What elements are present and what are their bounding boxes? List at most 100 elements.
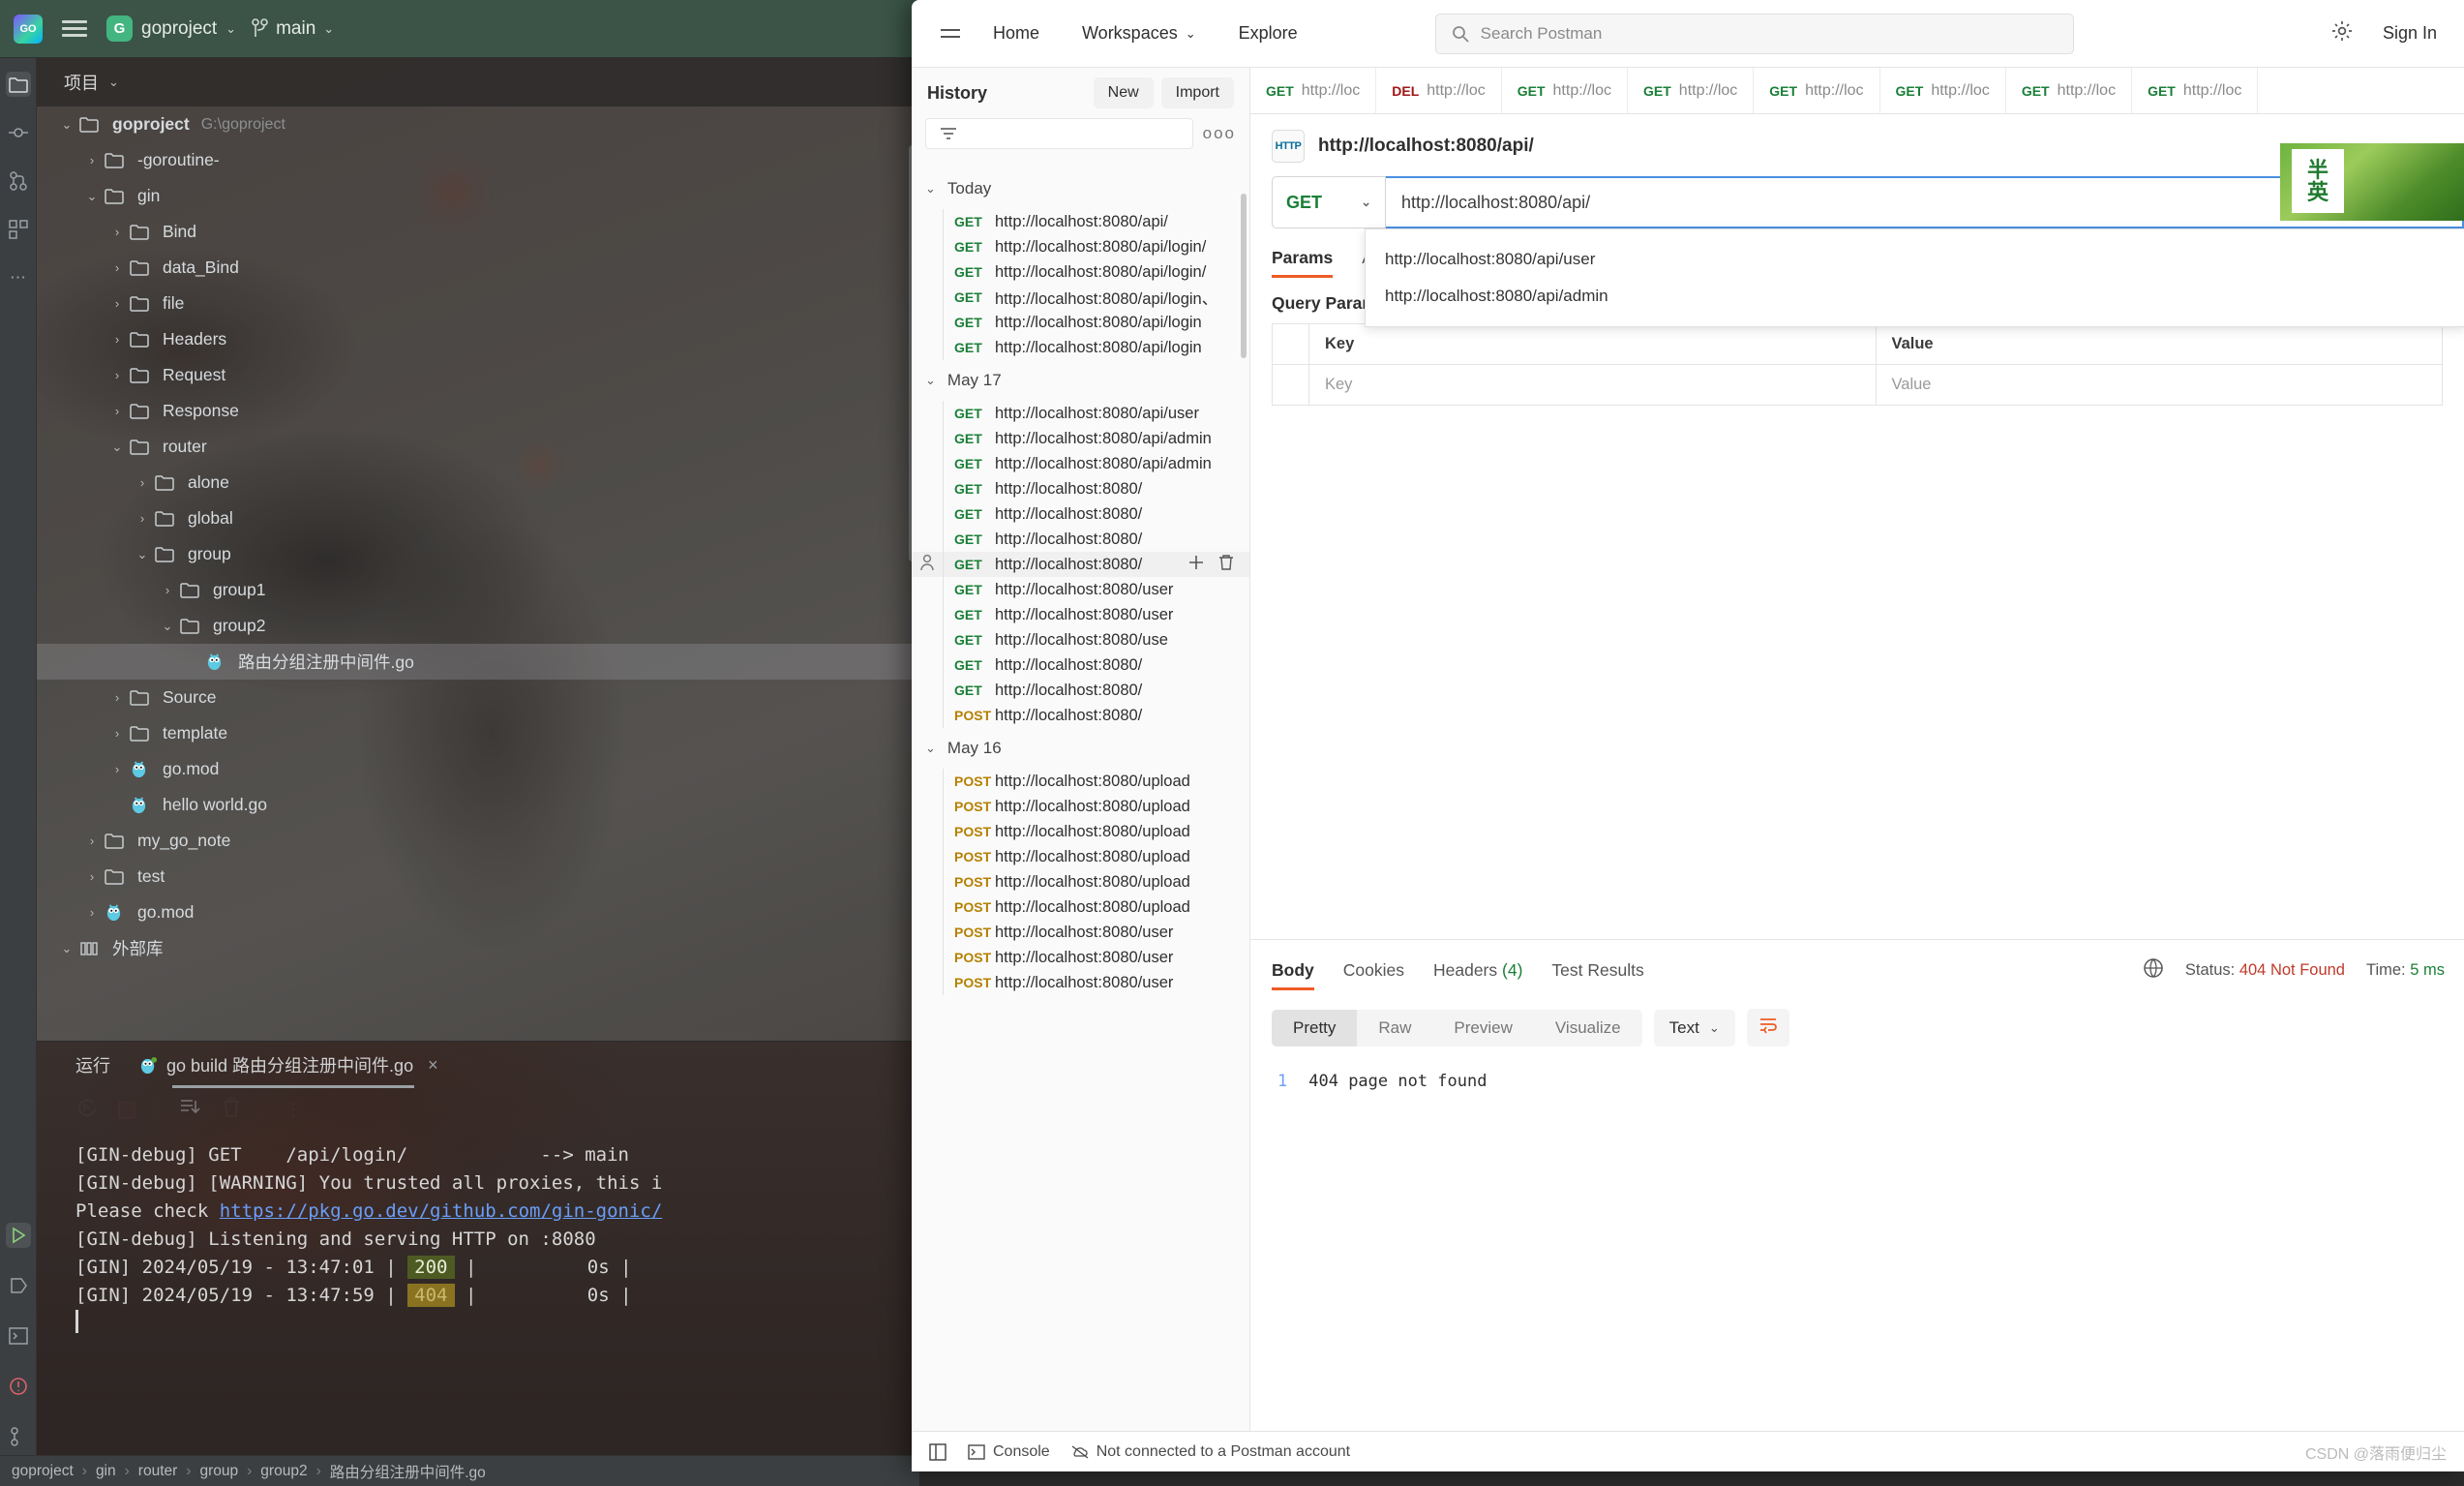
commit-tool-icon[interactable]: [6, 120, 31, 145]
nav-home[interactable]: Home: [972, 23, 1061, 44]
chevron-right-icon[interactable]: ›: [130, 511, 155, 526]
history-item[interactable]: GET http://localhost:8080/: [912, 501, 1249, 527]
version-control-icon[interactable]: [6, 1424, 31, 1449]
history-item[interactable]: POST http://localhost:8080/upload: [912, 869, 1249, 895]
nav-explore[interactable]: Explore: [1217, 23, 1319, 44]
sign-in-button[interactable]: Sign In: [2383, 23, 2437, 44]
history-item[interactable]: GET http://localhost:8080/user: [912, 577, 1249, 602]
history-item[interactable]: GET http://localhost:8080/: [912, 678, 1249, 703]
nav-workspaces[interactable]: Workspaces ⌄: [1061, 23, 1217, 44]
history-item[interactable]: POST http://localhost:8080/upload: [912, 794, 1249, 819]
tree-item[interactable]: › alone: [37, 465, 919, 500]
chevron-right-icon[interactable]: ›: [79, 905, 105, 920]
chevron-right-icon[interactable]: ›: [105, 332, 130, 347]
hamburger-icon[interactable]: [929, 23, 972, 44]
tree-item[interactable]: hello world.go: [37, 787, 919, 823]
history-item[interactable]: GET http://localhost:8080/: [912, 552, 1249, 577]
breadcrumb-item[interactable]: goproject: [12, 1463, 74, 1480]
history-item[interactable]: GET http://localhost:8080/user: [912, 602, 1249, 627]
history-item[interactable]: GET http://localhost:8080/api/login、: [912, 285, 1249, 310]
account-status[interactable]: Not connected to a Postman account: [1071, 1443, 1350, 1461]
tree-item[interactable]: › -goroutine-: [37, 142, 919, 178]
problems-tool-icon[interactable]: [6, 1374, 31, 1399]
history-scrollbar[interactable]: [1241, 194, 1247, 358]
format-option-visualize[interactable]: Visualize: [1534, 1010, 1642, 1046]
url-suggestions-dropdown[interactable]: http://localhost:8080/api/user http://loc…: [1365, 228, 2464, 327]
chevron-right-icon[interactable]: ›: [79, 869, 105, 884]
tree-item[interactable]: › go.mod: [37, 751, 919, 787]
history-group-header[interactable]: ⌄ May 16: [912, 728, 1249, 769]
breadcrumb-item[interactable]: group: [199, 1463, 238, 1480]
console-button[interactable]: Console: [968, 1443, 1050, 1461]
request-tab[interactable]: GET http://loc: [1880, 68, 2006, 113]
tree-item[interactable]: ⌄ group2: [37, 608, 919, 644]
tree-item[interactable]: ⌄ goproject G:\goproject: [37, 106, 919, 142]
chevron-right-icon[interactable]: ›: [105, 762, 130, 776]
chevron-down-icon[interactable]: ⌄: [79, 189, 105, 204]
chevron-down-icon[interactable]: ⌄: [130, 547, 155, 562]
row-checkbox-cell[interactable]: [1273, 365, 1309, 405]
chevron-right-icon[interactable]: ›: [105, 225, 130, 239]
chevron-down-icon[interactable]: ⌄: [54, 941, 79, 956]
gear-icon[interactable]: [2330, 19, 2354, 47]
request-tab[interactable]: GET http://loc: [1754, 68, 1880, 113]
tree-item[interactable]: › global: [37, 500, 919, 536]
chevron-right-icon[interactable]: ›: [79, 153, 105, 167]
history-item[interactable]: POST http://localhost:8080/upload: [912, 895, 1249, 920]
plus-icon[interactable]: [1187, 554, 1205, 576]
structure-tool-icon[interactable]: [6, 217, 31, 242]
key-input[interactable]: Key: [1309, 365, 1877, 405]
debug-tool-icon[interactable]: [6, 1273, 31, 1298]
tree-item[interactable]: ⌄ router: [37, 429, 919, 465]
method-select[interactable]: GET ⌄: [1272, 176, 1386, 228]
chevron-right-icon[interactable]: ›: [105, 296, 130, 311]
tree-item[interactable]: ⌄ group: [37, 536, 919, 572]
history-item[interactable]: POST http://localhost:8080/upload: [912, 844, 1249, 869]
tree-item[interactable]: › my_go_note: [37, 823, 919, 859]
run-tab-label[interactable]: 运行: [75, 1052, 110, 1077]
breadcrumb-item[interactable]: 路由分组注册中间件.go: [330, 1461, 486, 1482]
console-link[interactable]: https://pkg.go.dev/github.com/gin-gonic/: [220, 1200, 663, 1222]
run-tool-icon[interactable]: [6, 1223, 31, 1248]
request-tab[interactable]: GET http://loc: [1250, 68, 1377, 113]
tree-item-selected[interactable]: 路由分组注册中间件.go: [37, 644, 919, 680]
url-suggestion-item[interactable]: http://localhost:8080/api/user: [1366, 241, 2464, 278]
import-button[interactable]: Import: [1160, 77, 1234, 108]
tree-item[interactable]: › test: [37, 859, 919, 895]
history-item[interactable]: GET http://localhost:8080/api/login: [912, 310, 1249, 335]
history-item[interactable]: POST http://localhost:8080/: [912, 703, 1249, 728]
history-item[interactable]: GET http://localhost:8080/api/user: [912, 401, 1249, 426]
chevron-right-icon[interactable]: ›: [105, 404, 130, 418]
format-option-preview[interactable]: Preview: [1432, 1010, 1533, 1046]
request-tab[interactable]: GET http://loc: [1502, 68, 1629, 113]
tree-item[interactable]: › Request: [37, 357, 919, 393]
run-config-tab[interactable]: go build 路由分组注册中间件.go ×: [139, 1052, 438, 1077]
table-row[interactable]: Key Value: [1273, 365, 2442, 406]
request-tab[interactable]: GET http://loc: [2006, 68, 2133, 113]
body-type-select[interactable]: Text ⌄: [1653, 1009, 1735, 1046]
tree-item[interactable]: › group1: [37, 572, 919, 608]
tab-cookies[interactable]: Cookies: [1343, 960, 1404, 981]
history-group-header[interactable]: ⌄ Today: [912, 168, 1249, 209]
wrap-lines-icon[interactable]: [1746, 1009, 1789, 1046]
history-item[interactable]: GET http://localhost:8080/api/admin: [912, 451, 1249, 476]
tree-item[interactable]: ⌄ 外部库: [37, 930, 919, 966]
history-item[interactable]: GET http://localhost:8080/api/login/: [912, 259, 1249, 285]
history-item[interactable]: GET http://localhost:8080/api/login/: [912, 234, 1249, 259]
history-item[interactable]: GET http://localhost:8080/api/login: [912, 335, 1249, 360]
tree-item[interactable]: › Response: [37, 393, 919, 429]
project-tree[interactable]: ⌄ goproject G:\goproject › -goroutine- ⌄ gin › B…: [37, 106, 919, 1031]
history-item[interactable]: POST http://localhost:8080/user: [912, 945, 1249, 970]
format-option-raw[interactable]: Raw: [1357, 1010, 1432, 1046]
scroll-to-end-icon[interactable]: [179, 1098, 200, 1122]
tree-item[interactable]: › Source: [37, 680, 919, 715]
chevron-down-icon[interactable]: ⌄: [105, 440, 130, 455]
tab-params[interactable]: Params: [1272, 248, 1334, 278]
pull-requests-icon[interactable]: [6, 168, 31, 194]
tab-body[interactable]: Body: [1272, 960, 1314, 990]
tree-item[interactable]: › template: [37, 715, 919, 751]
format-option-pretty[interactable]: Pretty: [1272, 1009, 1358, 1046]
layout-icon[interactable]: [929, 1442, 947, 1461]
more-options-icon[interactable]: ooo: [1203, 124, 1236, 143]
more-tools-icon[interactable]: ⋯: [6, 265, 31, 290]
